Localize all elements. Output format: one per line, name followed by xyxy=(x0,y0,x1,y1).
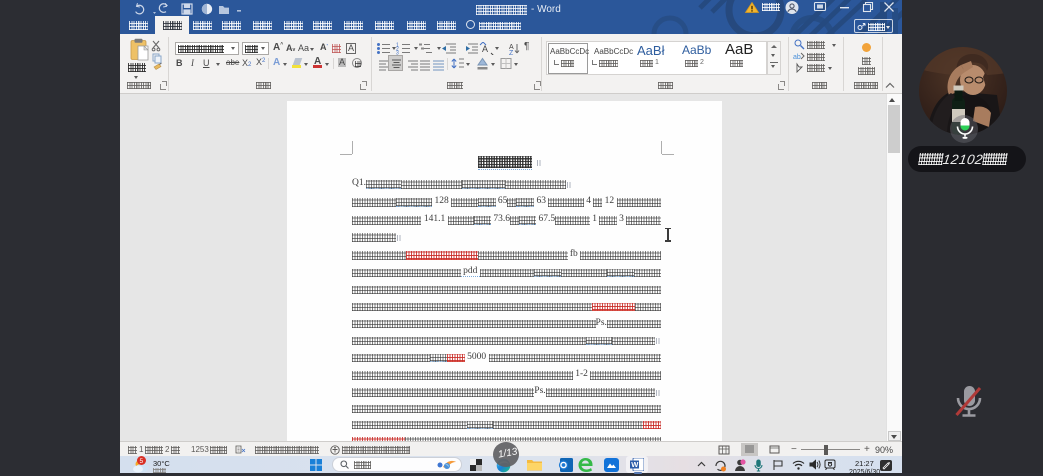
svg-text:ab: ab xyxy=(793,54,801,61)
svg-text:A: A xyxy=(482,44,488,54)
svg-text:W: W xyxy=(631,460,639,469)
svg-text:Z: Z xyxy=(509,50,514,55)
